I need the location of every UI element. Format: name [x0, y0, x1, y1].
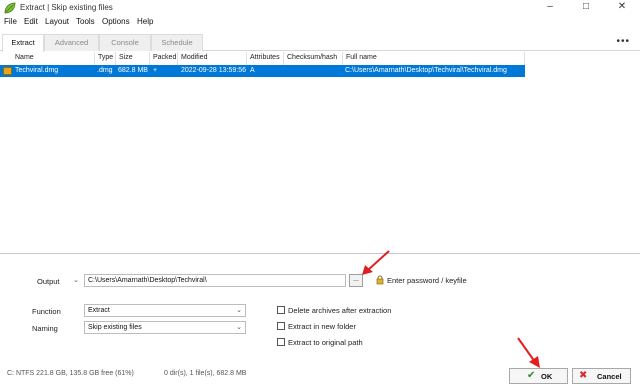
column-header-fullname[interactable]: Full name: [343, 52, 525, 65]
naming-label: Naming: [32, 324, 58, 333]
menu-options[interactable]: Options: [102, 17, 130, 26]
minimize-button[interactable]: –: [532, 0, 568, 16]
output-path-value: C:\Users\Amarnath\Desktop\Techviral\: [88, 277, 207, 284]
chevron-down-icon: ⌄: [236, 324, 242, 331]
column-header-size[interactable]: Size: [116, 52, 150, 65]
column-header-type[interactable]: Type: [95, 52, 116, 65]
close-button[interactable]: ✕: [604, 0, 640, 16]
cancel-x-icon: ✖: [579, 370, 588, 381]
menu-layout[interactable]: Layout: [45, 17, 69, 26]
file-list: Name Type Size Packed Modified Attribute…: [0, 52, 640, 254]
extract-original-path-label[interactable]: Extract to original path: [288, 338, 363, 347]
cell-packed: +: [153, 67, 158, 74]
ok-button[interactable]: ✔ OK: [509, 368, 568, 384]
function-select[interactable]: Extract ⌄: [84, 304, 246, 317]
delete-archives-label[interactable]: Delete archives after extraction: [288, 306, 391, 315]
tab-console[interactable]: Console: [99, 34, 151, 51]
delete-archives-checkbox[interactable]: [277, 306, 285, 314]
tab-schedule[interactable]: Schedule: [151, 34, 203, 51]
extract-original-path-checkbox[interactable]: [277, 338, 285, 346]
cell-name: Techviral.dmg: [15, 67, 59, 74]
tab-extract[interactable]: Extract: [2, 34, 44, 52]
app-leaf-icon: [4, 2, 16, 14]
annotation-arrow-browse: [362, 250, 390, 275]
chevron-down-icon: ⌄: [236, 307, 242, 314]
annotation-arrow-ok: [517, 337, 540, 368]
menu-file[interactable]: File: [4, 17, 17, 26]
naming-value: Skip existing files: [88, 324, 142, 331]
column-header-name[interactable]: Name: [12, 52, 95, 65]
cancel-button[interactable]: ✖ Cancel: [572, 368, 631, 384]
title-bar: Extract | Skip existing files – □ ✕: [0, 0, 640, 16]
column-header-attributes[interactable]: Attributes: [247, 52, 284, 65]
column-header-packed[interactable]: Packed: [150, 52, 178, 65]
cell-size: 682.8 MB: [118, 67, 148, 74]
menu-edit[interactable]: Edit: [24, 17, 38, 26]
cell-type: .dmg: [97, 67, 113, 74]
window-title: Extract | Skip existing files: [20, 3, 113, 12]
output-label: Output: [37, 277, 60, 286]
output-path-input[interactable]: C:\Users\Amarnath\Desktop\Techviral\: [84, 274, 346, 287]
password-keyfile-link[interactable]: Enter password / keyfile: [387, 276, 467, 285]
menu-help[interactable]: Help: [137, 17, 153, 26]
cancel-button-label: Cancel: [597, 372, 622, 381]
cell-fullname: C:\Users\Amarnath\Desktop\Techviral\Tech…: [345, 67, 507, 74]
extract-new-folder-checkbox[interactable]: [277, 322, 285, 330]
disk-status: C: NTFS 221.8 GB, 135.8 GB free (61%): [7, 370, 134, 377]
menu-bar: File Edit Layout Tools Options Help: [0, 16, 640, 30]
table-row[interactable]: Techviral.dmg .dmg 682.8 MB + 2022-09-28…: [0, 65, 525, 77]
more-options-icon[interactable]: •••: [616, 36, 630, 47]
maximize-button[interactable]: □: [568, 0, 604, 16]
column-header-checksum[interactable]: Checksum/hash: [284, 52, 343, 65]
output-dropdown-icon[interactable]: ⌄: [73, 276, 79, 284]
extract-new-folder-label[interactable]: Extract in new folder: [288, 322, 356, 331]
checkmark-icon: ✔: [527, 370, 536, 381]
tab-bar: Extract Advanced Console Schedule: [0, 34, 640, 52]
cell-attributes: A: [250, 67, 255, 74]
ok-button-label: OK: [541, 372, 553, 381]
function-label: Function: [32, 307, 61, 316]
column-header-modified[interactable]: Modified: [178, 52, 247, 65]
selection-summary: 0 dir(s), 1 file(s), 682.8 MB: [164, 370, 247, 377]
archive-file-icon: [3, 67, 12, 75]
tab-advanced[interactable]: Advanced: [44, 34, 99, 51]
naming-select[interactable]: Skip existing files ⌄: [84, 321, 246, 334]
function-value: Extract: [88, 307, 110, 314]
cell-modified: 2022-09-28 13:59:56: [181, 67, 246, 74]
menu-tools[interactable]: Tools: [76, 17, 95, 26]
